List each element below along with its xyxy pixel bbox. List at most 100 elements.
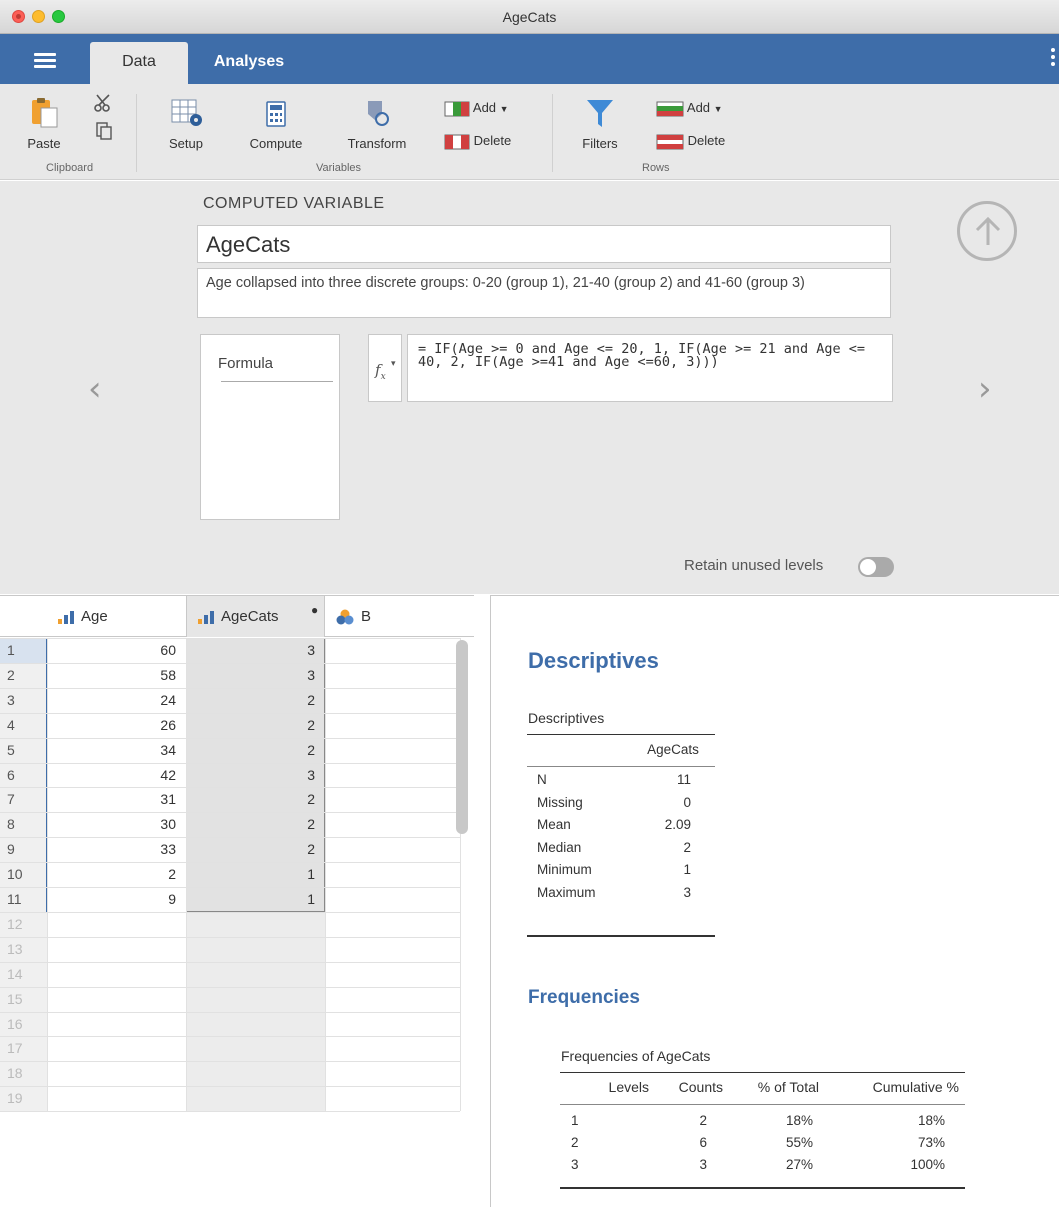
- variable-description-field[interactable]: Age collapsed into three discrete groups…: [197, 268, 891, 318]
- delete-row-button[interactable]: Delete: [656, 133, 756, 153]
- age-cell[interactable]: 58: [47, 667, 186, 683]
- formula-tab-underline: [221, 381, 333, 382]
- row-number: 14: [7, 965, 23, 982]
- agecats-cell[interactable]: 2: [186, 816, 325, 832]
- ribbon-toolbar: Paste Clipboard Setup Compute Transform …: [0, 84, 1059, 180]
- cut-icon[interactable]: [93, 93, 113, 113]
- tab-analyses[interactable]: Analyses: [196, 42, 302, 84]
- calculator-icon: [266, 101, 286, 127]
- tab-data[interactable]: Data: [90, 42, 188, 84]
- row-gridline: [0, 787, 460, 789]
- age-cell[interactable]: 60: [47, 642, 186, 658]
- age-cell[interactable]: 9: [47, 891, 186, 907]
- transform-button[interactable]: Transform: [334, 96, 420, 151]
- agecats-cell[interactable]: 1: [186, 891, 325, 907]
- retain-unused-levels-toggle[interactable]: [858, 557, 894, 577]
- variable-name-field[interactable]: AgeCats: [197, 225, 891, 263]
- frequency-percent: 27%: [785, 1157, 813, 1172]
- delete-variable-button[interactable]: Delete: [444, 133, 544, 153]
- descriptives-row-value: 11: [676, 772, 691, 787]
- age-cell[interactable]: 31: [47, 791, 186, 807]
- row-number: 18: [7, 1065, 23, 1082]
- copy-icon[interactable]: [95, 121, 113, 141]
- column-header-age[interactable]: Age: [47, 596, 186, 637]
- frequency-percent: 18%: [785, 1113, 813, 1128]
- agecats-cell[interactable]: 3: [186, 642, 325, 658]
- more-options-icon[interactable]: [1051, 48, 1055, 66]
- next-variable-arrow-icon[interactable]: ›: [978, 369, 992, 409]
- row-gridline: [0, 1086, 460, 1088]
- frequency-cumulative: 100%: [910, 1157, 945, 1172]
- add-variable-button[interactable]: Add ▼: [444, 100, 544, 120]
- tab-bar: Data Analyses: [0, 34, 1059, 84]
- descriptives-title: Descriptives: [528, 648, 659, 673]
- descriptives-row-value: 2.09: [664, 817, 691, 832]
- row-gridline: [0, 862, 460, 864]
- age-cell[interactable]: 2: [47, 866, 186, 882]
- function-picker-button[interactable]: fx ▾: [368, 334, 402, 402]
- formula-tab-box: Formula: [200, 334, 340, 520]
- agecats-cell[interactable]: 2: [186, 717, 325, 733]
- row-gridline: [0, 1011, 460, 1013]
- frequency-level: 3: [571, 1157, 579, 1172]
- frequencies-column-header: % of Total: [757, 1079, 819, 1095]
- formula-tab[interactable]: Formula: [218, 355, 273, 372]
- collapse-panel-button[interactable]: [957, 201, 1017, 261]
- age-cell[interactable]: 24: [47, 692, 186, 708]
- row-gridline: [0, 762, 460, 764]
- agecats-cell[interactable]: 2: [186, 742, 325, 758]
- formula-input[interactable]: = IF(Age >= 0 and Age <= 20, 1, IF(Age >…: [407, 334, 893, 402]
- descriptives-row-label: N: [537, 772, 547, 787]
- paste-icon: [32, 98, 58, 128]
- row-gridline: [0, 712, 460, 714]
- agecats-cell[interactable]: 3: [186, 767, 325, 783]
- row-number: 3: [7, 691, 15, 708]
- row-gridline: [0, 1061, 460, 1063]
- age-cell[interactable]: 30: [47, 816, 186, 832]
- agecats-cell[interactable]: 2: [186, 791, 325, 807]
- data-spreadsheet: Age AgeCats ● B 1 60 3 2 58 3 3 24 2 4 26 2 5 34 2 6 42 3…: [0, 595, 474, 1207]
- agecats-cell[interactable]: 1: [186, 866, 325, 882]
- filters-label: Filters: [582, 136, 618, 151]
- descriptives-row-label: Missing: [537, 794, 583, 810]
- row-number: 12: [7, 915, 23, 932]
- age-cell[interactable]: 42: [47, 767, 186, 783]
- agecats-cell[interactable]: 3: [186, 667, 325, 683]
- insert-row-icon: [656, 101, 684, 117]
- compute-button[interactable]: Compute: [238, 96, 314, 151]
- column-header-b[interactable]: B: [325, 596, 460, 637]
- row-number: 6: [7, 766, 15, 783]
- column-header-agecats[interactable]: AgeCats ●: [186, 596, 325, 637]
- descriptives-row-label: Median: [537, 839, 582, 855]
- frequency-cumulative: 73%: [917, 1135, 945, 1150]
- descriptives-row-label: Minimum: [537, 862, 592, 877]
- frequency-level: 1: [571, 1113, 579, 1128]
- add-row-button[interactable]: Add ▼: [656, 100, 756, 120]
- filters-button[interactable]: Filters: [572, 96, 628, 151]
- setup-label: Setup: [169, 136, 203, 151]
- computed-variable-dot-icon: ●: [311, 603, 319, 617]
- age-cell[interactable]: 33: [47, 841, 186, 857]
- title-bar: AgeCats: [0, 0, 1059, 34]
- computed-variable-panel: COMPUTED VARIABLE AgeCats Age collapsed …: [0, 181, 1059, 594]
- agecats-cell[interactable]: 2: [186, 692, 325, 708]
- retain-unused-levels-label: Retain unused levels: [684, 557, 824, 574]
- agecats-cell[interactable]: 2: [186, 841, 325, 857]
- frequency-cumulative: 18%: [917, 1113, 945, 1128]
- age-cell[interactable]: 26: [47, 717, 186, 733]
- filter-icon: [587, 100, 613, 127]
- frequency-count: 6: [699, 1135, 707, 1150]
- continuous-variable-icon: [198, 611, 214, 625]
- delete-row-label: Delete: [687, 133, 726, 148]
- row-number: 19: [7, 1090, 23, 1107]
- fx-icon: fx: [375, 361, 386, 382]
- age-cell[interactable]: 34: [47, 742, 186, 758]
- previous-variable-arrow-icon[interactable]: ‹: [88, 369, 102, 409]
- compute-label: Compute: [249, 136, 303, 151]
- hamburger-menu-icon[interactable]: [30, 50, 60, 72]
- vertical-scrollbar[interactable]: [456, 640, 468, 834]
- paste-button[interactable]: Paste: [20, 96, 68, 151]
- setup-button[interactable]: Setup: [158, 96, 214, 151]
- row-gridline: [0, 1111, 460, 1113]
- descriptives-row-value: 3: [683, 884, 691, 900]
